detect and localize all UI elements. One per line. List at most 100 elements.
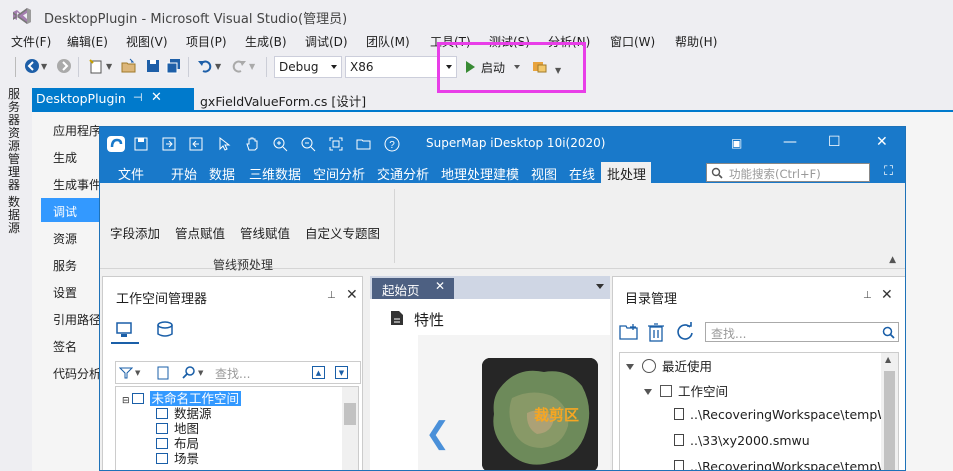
menu-debug[interactable]: 调试(D): [305, 33, 348, 50]
pan-hand-icon[interactable]: [244, 136, 260, 152]
previous-arrow-icon[interactable]: ❮: [425, 416, 450, 451]
workspace-search-bar[interactable]: ▼ ▼ 查找... ▲ ▼: [115, 361, 361, 384]
back-dropdown-icon[interactable]: ▼: [41, 62, 57, 78]
ribbon-point-assign-button[interactable]: 管点赋值: [175, 223, 225, 242]
tree-node-layouts[interactable]: 布局: [156, 433, 199, 451]
tree-node-workspaces[interactable]: 工作空间: [644, 381, 728, 403]
move-up-icon[interactable]: ▲: [312, 366, 325, 379]
nav-reference-paths[interactable]: 引用路径: [41, 306, 103, 330]
back-icon[interactable]: [24, 58, 40, 74]
toolbar-overflow-icon[interactable]: ▼: [555, 66, 561, 75]
refresh-icon[interactable]: [675, 322, 695, 342]
menu-file[interactable]: 文件(F): [11, 33, 51, 50]
ribbon-tab-spatial-analysis[interactable]: 空间分析: [313, 164, 365, 183]
undo-dropdown-icon[interactable]: ▼: [215, 62, 231, 78]
ribbon-tab-3d-data[interactable]: 三维数据: [249, 164, 301, 183]
full-extent-icon[interactable]: [328, 136, 344, 152]
help-icon[interactable]: ?: [384, 136, 400, 152]
close-icon[interactable]: ✕: [346, 287, 358, 303]
tree-node-maps[interactable]: 地图: [156, 418, 199, 436]
menu-tools[interactable]: 工具(T): [430, 33, 471, 50]
new-folder-icon[interactable]: [619, 323, 639, 341]
menu-window[interactable]: 窗口(W): [610, 33, 655, 50]
menu-edit[interactable]: 编辑(E): [67, 33, 108, 50]
restore-ribbon-icon[interactable]: ▣: [731, 136, 742, 150]
ribbon-add-field-button[interactable]: 字段添加: [110, 223, 160, 242]
menu-view[interactable]: 视图(V): [126, 33, 168, 50]
new-project-icon[interactable]: [88, 58, 104, 74]
new-dropdown-icon[interactable]: ▼: [106, 62, 122, 78]
catalog-scrollbar[interactable]: ▲: [881, 353, 898, 470]
tree-node-file[interactable]: ..\33\xy2000.smwu: [674, 433, 810, 455]
supermap-logo-icon[interactable]: [106, 135, 126, 153]
tree-node-file[interactable]: ..\RecoveringWorkspace\tempW...: [674, 407, 898, 429]
ribbon-tab-file[interactable]: 文件: [118, 164, 144, 183]
expand-icon[interactable]: [644, 389, 652, 395]
tree-node-recent[interactable]: 最近使用: [626, 356, 712, 378]
import-icon[interactable]: [161, 136, 177, 152]
save-icon[interactable]: [145, 58, 161, 74]
catalog-search-input[interactable]: 查找...: [705, 322, 899, 342]
filter-icon[interactable]: [119, 366, 133, 380]
chevron-down-icon[interactable]: [596, 284, 604, 289]
pin-icon[interactable]: ⊣: [133, 91, 143, 104]
server-explorer-tab[interactable]: 服务器资源管理器: [8, 88, 22, 192]
menu-team[interactable]: 团队(M): [366, 33, 410, 50]
map-thumbnail[interactable]: 裁剪区: [482, 358, 598, 470]
browser-link-icon[interactable]: [531, 59, 549, 75]
scroll-up-icon[interactable]: ▲: [885, 355, 891, 364]
tree-node-scenes[interactable]: 场景: [156, 448, 199, 466]
ribbon-tab-traffic-analysis[interactable]: 交通分析: [377, 164, 429, 183]
maximize-icon[interactable]: ☐: [828, 134, 841, 150]
open-file-icon[interactable]: [121, 58, 137, 74]
collapse-icon[interactable]: ⊟: [122, 396, 130, 406]
pin-icon[interactable]: ⊥: [327, 290, 336, 301]
close-icon[interactable]: ✕: [151, 90, 162, 105]
menu-project[interactable]: 项目(P): [186, 33, 227, 50]
toolbar-grip[interactable]: [15, 57, 16, 77]
ribbon-tab-geoprocessing[interactable]: 地理处理建模: [441, 164, 519, 183]
tab-start-page[interactable]: 起始页 ✕: [372, 278, 454, 299]
close-icon[interactable]: ✕: [876, 134, 888, 150]
ribbon-tab-data[interactable]: 数据: [209, 164, 235, 183]
open-folder-icon[interactable]: [356, 136, 372, 152]
pin-icon[interactable]: ⊥: [863, 290, 872, 301]
config-select[interactable]: Debug: [274, 56, 342, 78]
platform-select[interactable]: X86: [345, 56, 457, 78]
ribbon-tab-online[interactable]: 在线: [569, 164, 595, 183]
tree-node-datasources[interactable]: 数据源: [156, 403, 212, 421]
chevron-down-icon[interactable]: ▼: [135, 369, 140, 377]
ribbon-line-assign-button[interactable]: 管线赋值: [240, 223, 290, 242]
scrollbar-thumb[interactable]: [344, 403, 356, 425]
menu-build[interactable]: 生成(B): [245, 33, 287, 50]
nav-application[interactable]: 应用程序: [41, 117, 103, 141]
nav-build[interactable]: 生成: [41, 144, 103, 168]
nav-services[interactable]: 服务: [41, 252, 103, 276]
menu-analyze[interactable]: 分析(N): [548, 33, 590, 50]
expand-icon[interactable]: [626, 364, 634, 370]
ribbon-tab-start[interactable]: 开始: [171, 164, 197, 183]
nav-signing[interactable]: 签名: [41, 333, 103, 357]
redo-dropdown-icon[interactable]: ▼: [249, 62, 265, 78]
undo-icon[interactable]: [197, 58, 213, 74]
menu-help[interactable]: 帮助(H): [675, 33, 717, 50]
forward-icon[interactable]: [56, 58, 72, 74]
tab-desktopplugin[interactable]: DesktopPlugin ⊣ ✕: [32, 88, 194, 110]
scrollbar-thumb[interactable]: [884, 371, 895, 470]
fullscreen-icon[interactable]: ⛶: [884, 164, 893, 179]
search-icon[interactable]: [882, 326, 895, 339]
close-icon[interactable]: ✕: [435, 279, 445, 293]
nav-debug[interactable]: 调试: [41, 198, 103, 222]
ribbon-custom-thematic-button[interactable]: 自定义专题图: [305, 223, 380, 242]
ribbon-tab-view[interactable]: 视图: [531, 164, 557, 183]
tree-scrollbar[interactable]: [342, 387, 358, 470]
function-search-input[interactable]: 功能搜索(Ctrl+F): [706, 163, 870, 182]
tree-node-file[interactable]: ..\RecoveringWorkspace\tempW...: [674, 459, 898, 470]
tree-root[interactable]: ⊟ 未命名工作空间: [122, 388, 242, 406]
tab-gxfieldvalueform[interactable]: gxFieldValueForm.cs [设计]: [200, 91, 366, 110]
search-icon[interactable]: [182, 366, 196, 380]
database-icon[interactable]: [153, 320, 175, 340]
data-sources-tab[interactable]: 数据源: [8, 196, 22, 235]
ribbon-tab-batch[interactable]: 批处理: [601, 162, 651, 183]
workspace-icon[interactable]: [115, 320, 135, 340]
